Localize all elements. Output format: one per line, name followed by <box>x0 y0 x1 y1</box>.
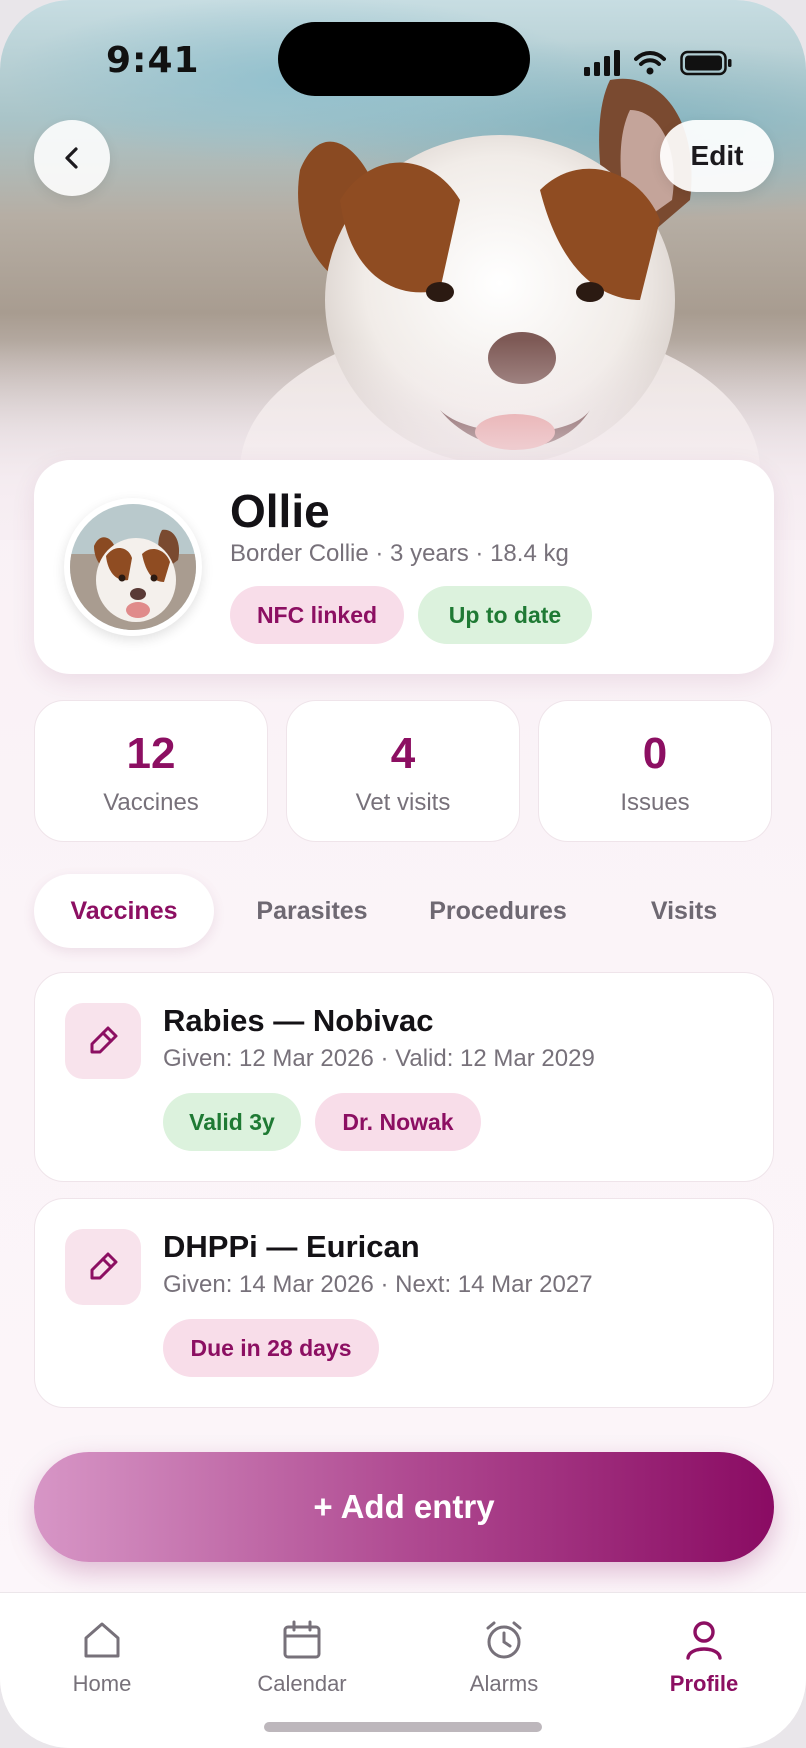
nav-item-profile[interactable]: Profile <box>624 1615 784 1697</box>
cellular-signal-icon <box>584 50 620 76</box>
alarm-clock-icon <box>486 1621 522 1659</box>
syringe-icon <box>90 1026 118 1054</box>
vaccine-entry-card[interactable]: Rabies — Nobivac Given: 12 Mar 2026 · Va… <box>34 972 774 1182</box>
entry-icon-tile <box>65 1229 141 1305</box>
status-time: 9:41 <box>106 40 200 81</box>
nav-item-home[interactable]: Home <box>22 1615 182 1697</box>
tab-visits[interactable]: Visits <box>614 874 754 948</box>
nfc-linked-badge: NFC linked <box>230 586 404 644</box>
nav-label: Calendar <box>257 1671 347 1696</box>
nav-item-alarms[interactable]: Alarms <box>424 1615 584 1697</box>
nav-label: Alarms <box>469 1671 539 1696</box>
stat-vet-visits[interactable]: 4 Vet visits <box>286 700 520 842</box>
edit-button[interactable]: Edit <box>660 120 774 192</box>
vaccine-entry-card[interactable]: DHPPi — Eurican Given: 14 Mar 2026 · Nex… <box>34 1198 774 1408</box>
stat-value: 4 <box>390 729 416 778</box>
profile-icon <box>686 1621 722 1660</box>
entry-title: Rabies — Nobivac <box>163 1003 434 1038</box>
stat-value: 12 <box>126 729 176 778</box>
wifi-icon <box>634 51 666 75</box>
home-indicator[interactable] <box>264 1722 542 1732</box>
due-badge: Due in 28 days <box>163 1319 379 1377</box>
vet-badge: Dr. Nowak <box>315 1093 481 1151</box>
tab-procedures[interactable]: Procedures <box>414 874 582 948</box>
validity-badge: Valid 3y <box>163 1093 301 1151</box>
stat-value: 0 <box>642 729 668 778</box>
stat-label: Vet visits <box>355 789 451 816</box>
pet-details: Border Collie · 3 years · 18.4 kg <box>230 540 569 567</box>
add-entry-button[interactable]: + Add entry <box>34 1452 774 1562</box>
pet-avatar[interactable] <box>64 498 202 636</box>
nav-label: Home <box>72 1671 132 1696</box>
dynamic-island <box>278 22 530 96</box>
nav-item-calendar[interactable]: Calendar <box>222 1615 382 1697</box>
chevron-left-icon <box>65 147 78 169</box>
entry-title: DHPPi — Eurican <box>163 1229 420 1264</box>
syringe-icon <box>90 1252 118 1280</box>
entry-dates: Given: 12 Mar 2026 · Valid: 12 Mar 2029 <box>163 1045 595 1072</box>
up-to-date-badge: Up to date <box>418 586 592 644</box>
pet-name: Ollie <box>230 485 330 537</box>
battery-icon <box>680 50 732 76</box>
avatar-photo <box>70 504 196 630</box>
pet-profile-card: Ollie Border Collie · 3 years · 18.4 kg … <box>34 460 774 674</box>
stat-label: Issues <box>620 789 690 816</box>
phone-screen: 9:41 Edit Ollie Border Collie · 3 years … <box>0 0 806 1748</box>
home-icon <box>84 1622 120 1658</box>
back-button[interactable] <box>34 120 110 196</box>
status-icons <box>584 50 732 76</box>
entry-icon-tile <box>65 1003 141 1079</box>
stat-issues[interactable]: 0 Issues <box>538 700 772 842</box>
tab-parasites[interactable]: Parasites <box>232 874 392 948</box>
nav-label: Profile <box>669 1671 739 1696</box>
stat-label: Vaccines <box>103 789 199 816</box>
calendar-icon <box>283 1620 321 1659</box>
entry-dates: Given: 14 Mar 2026 · Next: 14 Mar 2027 <box>163 1271 593 1298</box>
tab-vaccines[interactable]: Vaccines <box>34 874 214 948</box>
stat-vaccines[interactable]: 12 Vaccines <box>34 700 268 842</box>
